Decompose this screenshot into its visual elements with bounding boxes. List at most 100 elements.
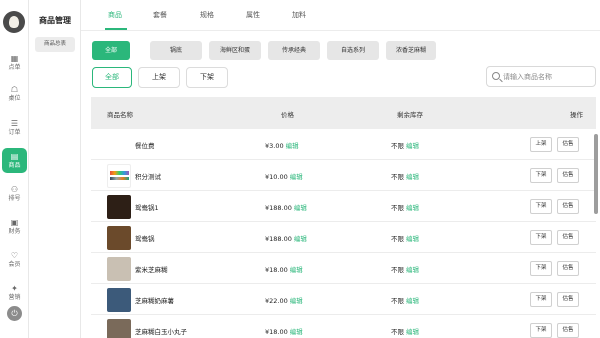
search-input[interactable]: [503, 69, 593, 84]
product-sidebar: 商品管理 商品总表: [29, 0, 81, 338]
table-row: 鸳鸯锅 ¥188.00 编辑 不限 编辑 下架 估售: [91, 222, 596, 253]
edit-stock-link[interactable]: 编辑: [406, 142, 419, 150]
tab-combos[interactable]: 套餐: [153, 10, 167, 20]
product-price: ¥3.00: [265, 142, 284, 150]
edit-price-link[interactable]: 编辑: [290, 266, 303, 274]
product-price-cell: ¥3.00 编辑: [265, 140, 299, 150]
category-custom[interactable]: 自选系列: [327, 41, 379, 60]
edit-price-link[interactable]: 编辑: [290, 173, 303, 181]
tab-products[interactable]: 商品: [108, 10, 122, 20]
product-stock-cell: 不限 编辑: [391, 233, 419, 243]
estimate-sale-button[interactable]: 估售: [557, 168, 579, 183]
product-price: ¥18.00: [265, 328, 288, 336]
nav-table-label: 桌位: [8, 95, 21, 102]
finance-icon: ▣: [10, 218, 19, 227]
product-thumbnail: [107, 164, 131, 188]
estimate-sale-button[interactable]: 估售: [557, 292, 579, 307]
shelf-toggle-button[interactable]: 下架: [530, 261, 552, 276]
product-stock: 不限: [391, 328, 404, 336]
nav-order[interactable]: ▦ 点单: [2, 50, 27, 75]
shelf-toggle-button[interactable]: 下架: [530, 323, 552, 338]
product-price-cell: ¥18.00 编辑: [265, 326, 303, 336]
nav-finance[interactable]: ▣ 财务: [2, 214, 27, 239]
nav-products-label: 商品: [8, 162, 21, 169]
shelf-toggle-button[interactable]: 上架: [530, 137, 552, 152]
main-panel: 商品 套餐 规格 属性 加料 全部 锅底 海鲜区和蛋 传承经典 自选系列 浓香芝…: [81, 0, 600, 338]
edit-price-link[interactable]: 编辑: [294, 204, 307, 212]
edit-stock-link[interactable]: 编辑: [406, 235, 419, 243]
nav-queue[interactable]: ⚇ 排号: [2, 181, 27, 206]
edit-stock-link[interactable]: 编辑: [406, 204, 419, 212]
category-sesame-paste[interactable]: 浓香芝麻糊: [386, 41, 436, 60]
member-icon: ♡: [10, 251, 19, 260]
nav-marketing-label: 营销: [8, 294, 21, 301]
filter-on-shelf[interactable]: 上架: [138, 67, 180, 88]
table-row: 紫米芝麻糊 ¥18.00 编辑 不限 编辑 下架 估售: [91, 253, 596, 284]
product-price: ¥10.00: [265, 173, 288, 181]
nav-finance-label: 财务: [8, 228, 21, 235]
estimate-sale-button[interactable]: 估售: [557, 230, 579, 245]
edit-price-link[interactable]: 编辑: [290, 297, 303, 305]
product-price-cell: ¥188.00 编辑: [265, 233, 307, 243]
tab-specs[interactable]: 规格: [200, 10, 214, 20]
sidebar-title: 商品管理: [39, 16, 71, 25]
header-actions: 操作: [570, 111, 583, 119]
product-stock: 不限: [391, 142, 404, 150]
shelf-toggle-button[interactable]: 下架: [530, 230, 552, 245]
table-row: 芝麻糊奶麻薯 ¥22.00 编辑 不限 编辑 下架 估售: [91, 284, 596, 315]
filter-off-shelf[interactable]: 下架: [186, 67, 228, 88]
nav-member-label: 会员: [8, 261, 21, 268]
product-price: ¥188.00: [265, 235, 292, 243]
nav-products[interactable]: ▤ 商品: [2, 148, 27, 173]
product-stock-cell: 不限 编辑: [391, 140, 419, 150]
estimate-sale-button[interactable]: 估售: [557, 261, 579, 276]
product-stock-cell: 不限 编辑: [391, 264, 419, 274]
product-price: ¥188.00: [265, 204, 292, 212]
edit-stock-link[interactable]: 编辑: [406, 297, 419, 305]
tab-bar: 商品 套餐 规格 属性 加料: [81, 0, 600, 31]
product-stock: 不限: [391, 297, 404, 305]
category-all[interactable]: 全部: [92, 41, 130, 60]
nav-order-label: 点单: [8, 64, 21, 71]
tab-addons[interactable]: 加料: [292, 10, 306, 20]
category-classic[interactable]: 传承经典: [268, 41, 320, 60]
app-logo: [3, 11, 25, 33]
filter-all[interactable]: 全部: [92, 67, 132, 88]
edit-price-link[interactable]: 编辑: [290, 328, 303, 336]
shelf-toggle-button[interactable]: 下架: [530, 199, 552, 214]
category-broth[interactable]: 锅底: [150, 41, 202, 60]
table-icon: ☖: [10, 85, 19, 94]
product-stock: 不限: [391, 235, 404, 243]
category-seafood-egg[interactable]: 海鲜区和蛋: [209, 41, 261, 60]
shelf-toggle-button[interactable]: 下架: [530, 168, 552, 183]
power-icon[interactable]: ⏻: [7, 306, 22, 321]
nav-marketing[interactable]: ✦ 营销: [2, 280, 27, 302]
tab-attributes[interactable]: 属性: [246, 10, 260, 20]
table-row: 积分测试 ¥10.00 编辑 不限 编辑 下架 估售: [91, 160, 596, 191]
nav-table[interactable]: ☖ 桌位: [2, 81, 27, 106]
edit-price-link[interactable]: 编辑: [294, 235, 307, 243]
product-thumbnail: [107, 195, 131, 219]
product-stock-cell: 不限 编辑: [391, 295, 419, 305]
edit-stock-link[interactable]: 编辑: [406, 328, 419, 336]
estimate-sale-button[interactable]: 估售: [557, 199, 579, 214]
table-scrollbar[interactable]: [594, 134, 598, 214]
estimate-sale-button[interactable]: 估售: [557, 323, 579, 338]
table-row: 餐位费 ¥3.00 编辑 不限 编辑 上架 估售: [91, 129, 596, 160]
sidebar-item-product-list[interactable]: 商品总表: [35, 37, 75, 52]
estimate-sale-button[interactable]: 估售: [557, 137, 579, 152]
edit-price-link[interactable]: 编辑: [286, 142, 299, 150]
nav-member[interactable]: ♡ 会员: [2, 247, 27, 272]
search-icon: [492, 72, 500, 80]
product-price: ¥22.00: [265, 297, 288, 305]
orders-icon: ☰: [10, 119, 19, 128]
product-name: 芝麻糊奶麻薯: [135, 297, 174, 305]
edit-stock-link[interactable]: 编辑: [406, 266, 419, 274]
product-price-cell: ¥188.00 编辑: [265, 202, 307, 212]
header-price: 价格: [281, 111, 294, 119]
shelf-toggle-button[interactable]: 下架: [530, 292, 552, 307]
edit-stock-link[interactable]: 编辑: [406, 173, 419, 181]
nav-orders[interactable]: ☰ 订单: [2, 115, 27, 140]
product-stock: 不限: [391, 266, 404, 274]
queue-icon: ⚇: [10, 185, 19, 194]
